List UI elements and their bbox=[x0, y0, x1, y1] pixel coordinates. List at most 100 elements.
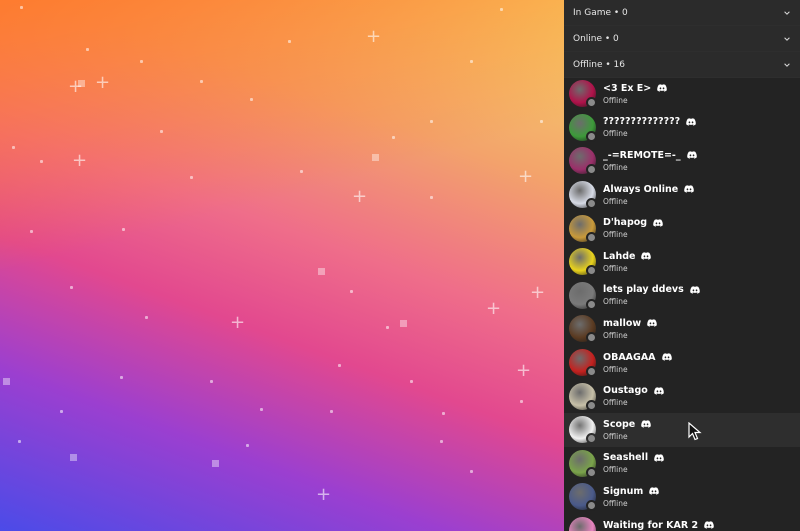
section-offline[interactable]: Offline • 16 bbox=[564, 52, 800, 78]
friend-status: Offline bbox=[603, 129, 628, 139]
wallpaper-background: + + + + + + + + + + + bbox=[0, 0, 564, 531]
sparkle-dot bbox=[430, 120, 433, 123]
friend-row[interactable]: Always Online Offline bbox=[564, 178, 800, 212]
friend-row[interactable]: ?????????????? Offline bbox=[564, 111, 800, 145]
status-dot bbox=[586, 500, 597, 512]
friend-name: Seashell bbox=[603, 452, 649, 464]
friend-name: Scope bbox=[603, 418, 636, 430]
discord-icon bbox=[689, 286, 700, 294]
sparkle-dot bbox=[442, 412, 445, 415]
friend-row[interactable]: lets play ddevs Offline bbox=[564, 279, 800, 313]
sparkle-dot bbox=[410, 380, 413, 383]
friend-row[interactable]: Waiting for KAR 2 Offline bbox=[564, 514, 800, 531]
friend-status: Offline bbox=[603, 398, 628, 408]
friend-row[interactable]: D'hapog Offline bbox=[564, 211, 800, 245]
status-dot bbox=[586, 130, 597, 142]
friend-meta: _-=REMOTE=-_ Offline bbox=[603, 150, 697, 172]
section-label: Offline • 16 bbox=[573, 59, 626, 70]
avatar bbox=[569, 248, 597, 277]
sparkle-dot bbox=[190, 176, 193, 179]
friend-row[interactable]: Scope Offline bbox=[564, 412, 800, 447]
sparkle-icon: + bbox=[230, 312, 246, 333]
friend-row[interactable]: _-=REMOTE=-_ Offline bbox=[564, 144, 800, 178]
friend-row[interactable]: mallow Offline bbox=[564, 312, 800, 346]
sparkle-icon: + bbox=[316, 484, 332, 505]
friend-meta: OBAAGAA Offline bbox=[603, 352, 672, 374]
friend-row[interactable]: OBAAGAA Offline bbox=[564, 346, 800, 380]
sparkle-dot bbox=[120, 376, 123, 379]
sparkle-dot bbox=[386, 326, 389, 329]
friend-status: Offline bbox=[603, 263, 628, 273]
status-dot bbox=[586, 198, 597, 210]
sparkle-dot bbox=[60, 410, 63, 413]
sparkle-icon: + bbox=[352, 186, 368, 207]
status-dot bbox=[586, 97, 597, 109]
friend-status: Offline bbox=[603, 230, 628, 240]
sparkle-icon: + bbox=[95, 72, 111, 93]
friends-list: <3 Ex E> Offline ?????????????? Offline … bbox=[564, 77, 800, 531]
friend-name: OBAAGAA bbox=[603, 351, 656, 363]
friend-row[interactable]: Oustago Offline bbox=[564, 379, 800, 413]
friend-row[interactable]: Seashell Offline bbox=[564, 447, 800, 481]
avatar bbox=[569, 349, 597, 378]
avatar bbox=[569, 147, 597, 176]
sparkle-dot bbox=[440, 440, 443, 443]
sparkle-dot bbox=[86, 48, 89, 51]
status-dot bbox=[586, 466, 597, 478]
friend-row[interactable]: <3 Ex E> Offline bbox=[564, 77, 800, 111]
friend-meta: mallow Offline bbox=[603, 318, 657, 340]
sparkle-dot bbox=[40, 160, 43, 163]
discord-icon bbox=[686, 118, 696, 126]
sparkle-icon: + bbox=[516, 360, 532, 381]
discord-icon bbox=[641, 420, 652, 428]
friend-name: mallow bbox=[603, 317, 642, 329]
friend-name: ?????????????? bbox=[603, 116, 681, 128]
sparkle-square bbox=[318, 268, 325, 275]
friend-meta: Oustago Offline bbox=[603, 385, 664, 407]
friend-meta: Seashell Offline bbox=[603, 452, 664, 474]
avatar bbox=[569, 80, 597, 109]
discord-icon bbox=[647, 319, 657, 328]
avatar bbox=[569, 416, 597, 445]
friend-status: Offline bbox=[603, 162, 628, 172]
discord-icon bbox=[641, 252, 652, 260]
sparkle-dot bbox=[338, 364, 341, 367]
section-label: In Game • 0 bbox=[573, 7, 628, 18]
friend-status: Offline bbox=[603, 95, 628, 105]
discord-icon bbox=[649, 487, 660, 496]
sparkle-square bbox=[400, 320, 407, 327]
status-dot bbox=[586, 231, 597, 243]
sparkle-dot bbox=[145, 316, 148, 319]
friend-row[interactable]: Signum Offline bbox=[564, 480, 800, 514]
sparkle-square bbox=[70, 454, 77, 461]
sparkle-dot bbox=[246, 444, 249, 447]
section-online[interactable]: Online • 0 bbox=[564, 26, 800, 52]
avatar bbox=[569, 113, 597, 142]
friend-meta: Always Online Offline bbox=[603, 184, 695, 206]
discord-icon bbox=[657, 84, 668, 92]
discord-icon bbox=[653, 218, 663, 227]
sparkle-square bbox=[372, 154, 379, 161]
friend-status: Offline bbox=[603, 196, 628, 206]
section-in-game[interactable]: In Game • 0 bbox=[564, 0, 800, 26]
friend-status: Offline bbox=[603, 465, 628, 475]
sparkle-dot bbox=[200, 80, 203, 83]
sparkle-dot bbox=[392, 136, 395, 139]
sparkle-square bbox=[212, 460, 219, 467]
sparkle-dot bbox=[210, 380, 213, 383]
mouse-cursor-icon bbox=[688, 422, 702, 441]
sparkle-dot bbox=[540, 120, 543, 123]
sparkle-dot bbox=[288, 40, 291, 43]
sparkle-icon: + bbox=[366, 26, 382, 47]
friend-row[interactable]: Lahde Offline bbox=[564, 245, 800, 279]
sparkle-dot bbox=[300, 170, 303, 173]
avatar bbox=[569, 517, 596, 531]
status-dot bbox=[586, 366, 597, 378]
chevron-down-icon bbox=[784, 36, 790, 41]
discord-icon bbox=[684, 185, 695, 193]
avatar bbox=[569, 449, 597, 478]
sparkle-icon: + bbox=[530, 282, 546, 303]
sparkle-dot bbox=[500, 8, 503, 11]
section-headers: In Game • 0 Online • 0 Offline • 16 bbox=[564, 0, 800, 78]
sparkle-dot bbox=[260, 408, 263, 411]
